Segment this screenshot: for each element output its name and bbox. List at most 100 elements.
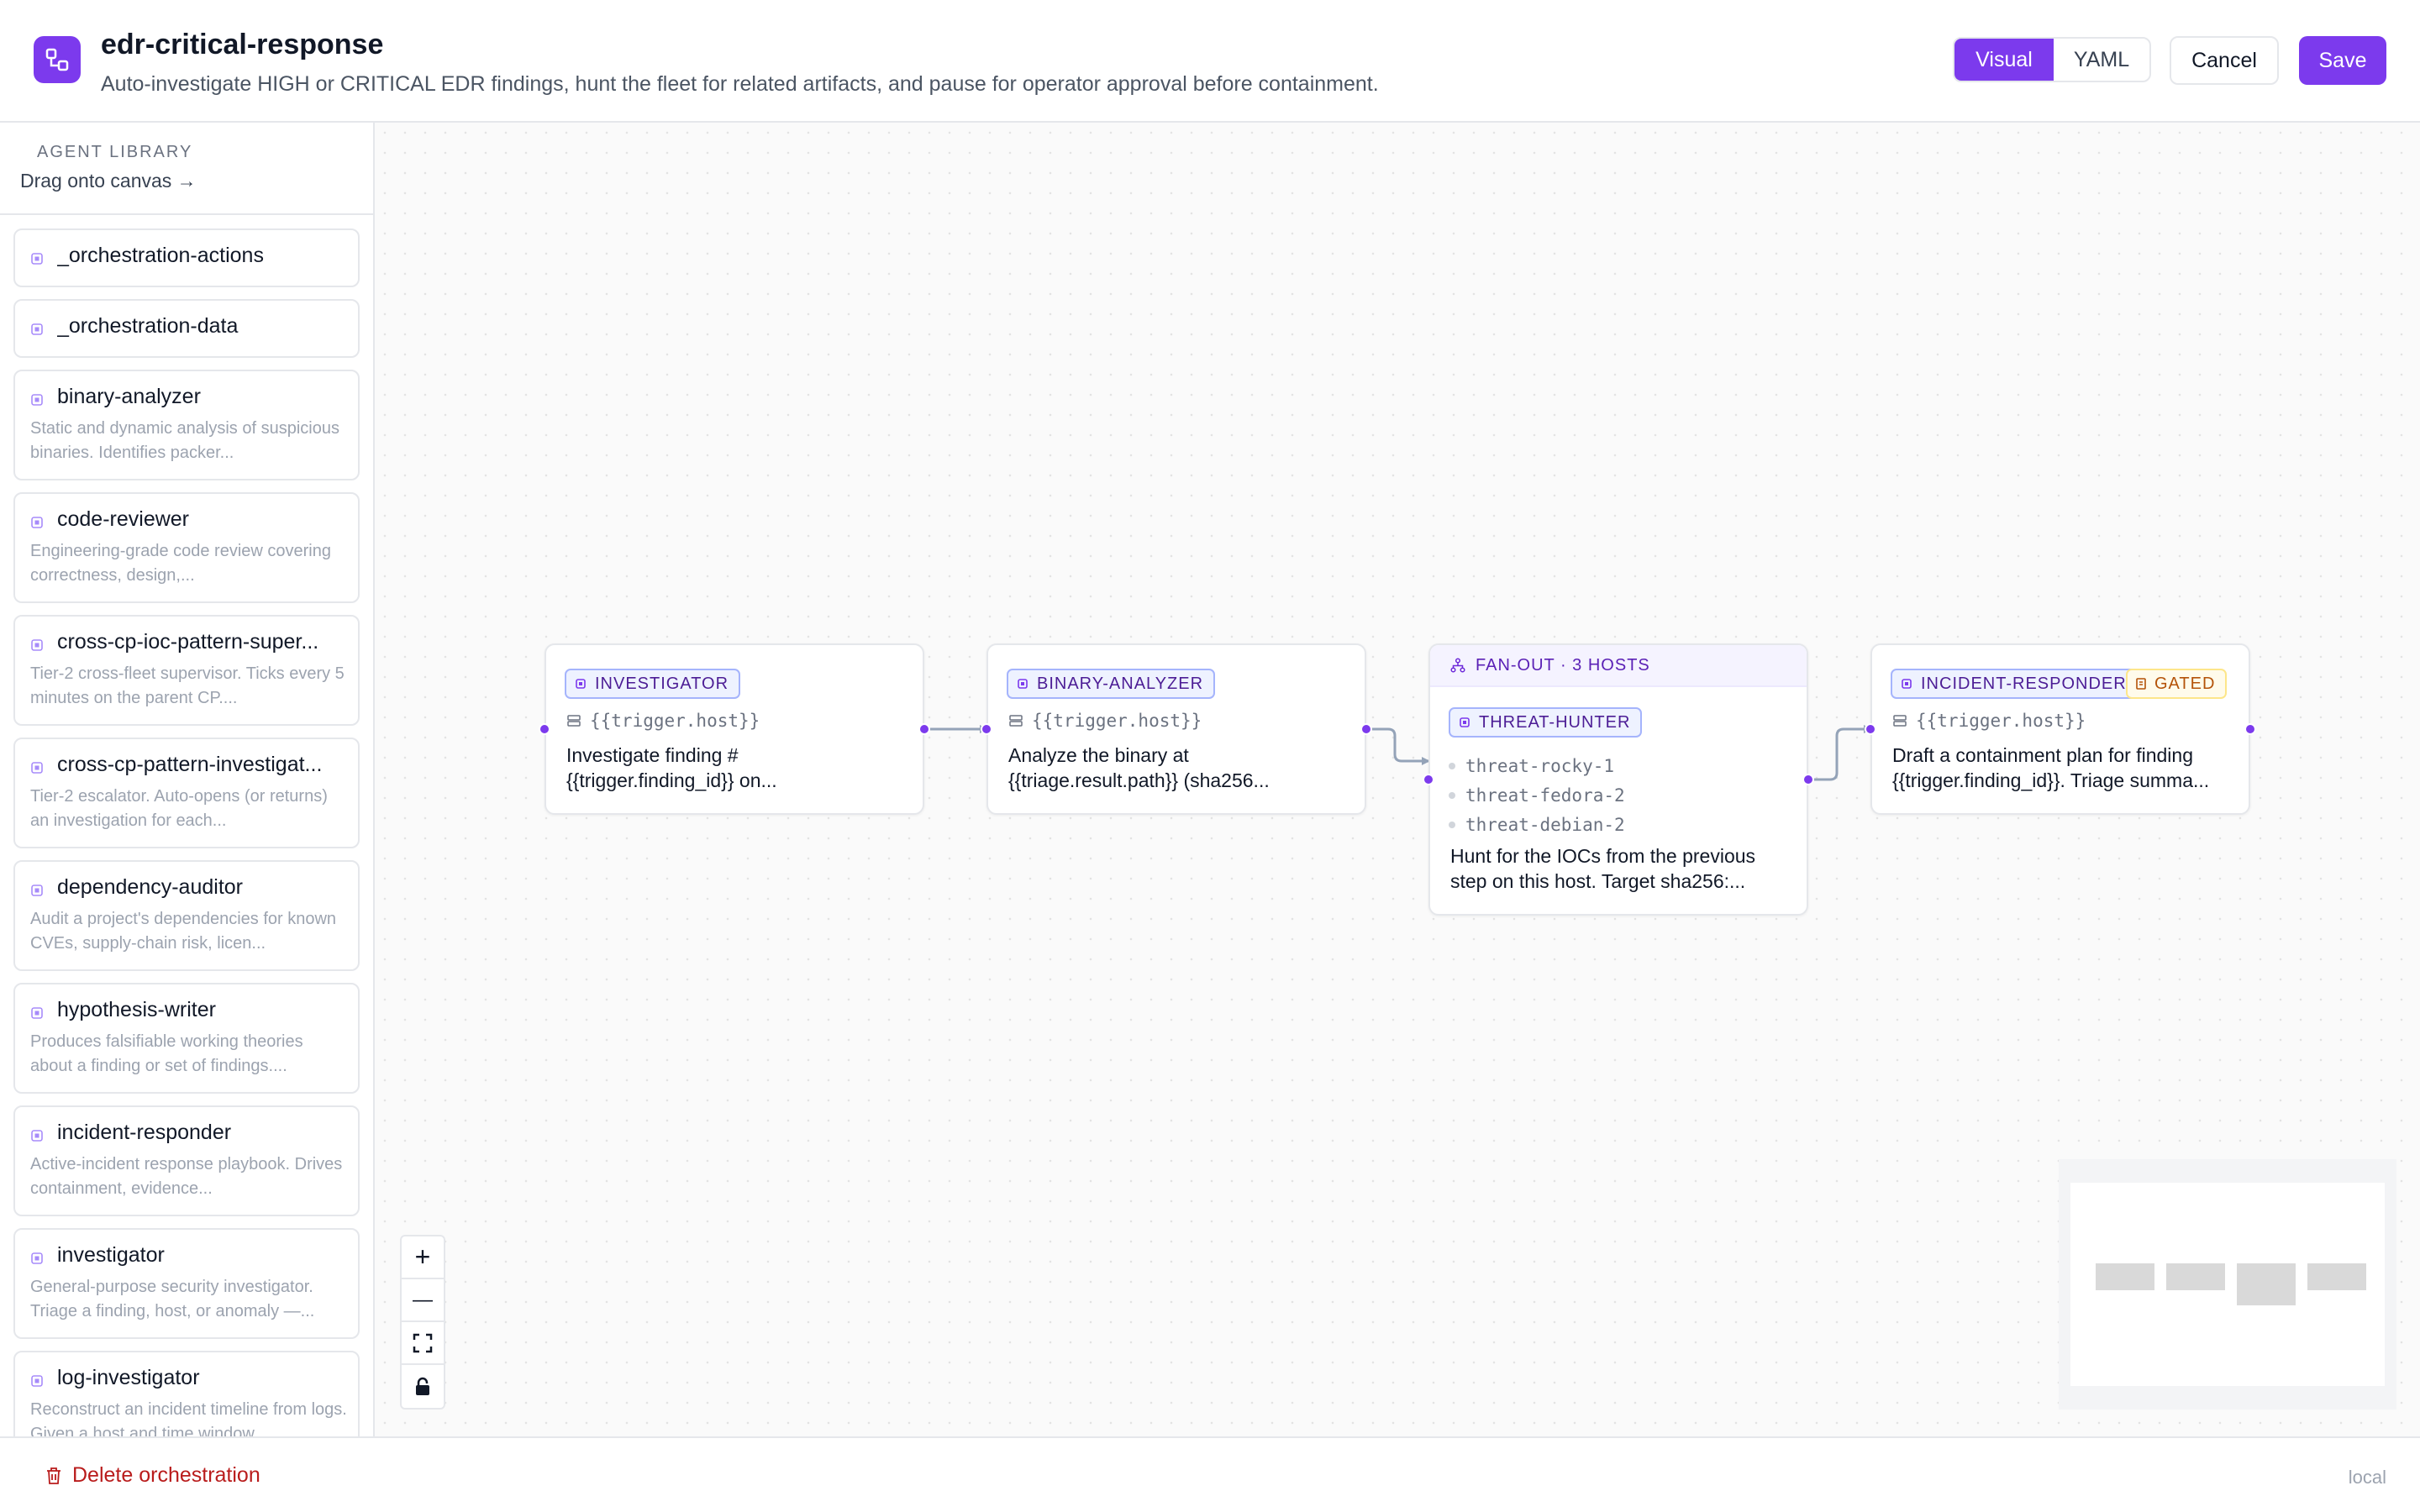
agent-chip-icon [31, 1375, 43, 1387]
node-host-value: {{trigger.host}} [590, 711, 760, 731]
output-port[interactable] [1802, 774, 1814, 785]
node-host: {{trigger.host}} [1008, 711, 1202, 731]
agent-description: Tier-2 escalator. Auto-opens (or returns… [30, 787, 328, 830]
agent-name: cross-cp-ioc-pattern-super... [57, 630, 319, 654]
delete-label: Delete orchestration [72, 1463, 260, 1487]
input-port[interactable] [1865, 723, 1876, 735]
agent-card[interactable]: code-reviewer Engineering-grade code revi… [13, 492, 360, 603]
minimap-viewport [2070, 1183, 2385, 1386]
minimap-node [2166, 1263, 2225, 1290]
agent-description: Produces falsifiable working theories ab… [30, 1032, 303, 1075]
node-host-value: {{trigger.host}} [1916, 711, 2086, 731]
lock-canvas-button[interactable] [402, 1365, 444, 1408]
node-agent-badge: THREAT-HUNTER [1449, 707, 1643, 738]
fanout-host: threat-fedora-2 [1449, 780, 1625, 810]
output-port[interactable] [1360, 723, 1372, 735]
node-host: {{trigger.host}} [566, 711, 760, 731]
gated-badge: GATED [2126, 669, 2228, 699]
footer-bar: Delete orchestration local [0, 1436, 2420, 1512]
agent-chip-icon [31, 253, 43, 265]
node-fanout-threat-hunter[interactable]: FAN-OUT · 3 HOSTS THREAT-HUNTER threat-r… [1428, 643, 1808, 916]
node-prompt: Hunt for the IOCs from the previous step… [1450, 845, 1756, 892]
fit-view-button[interactable] [402, 1322, 444, 1365]
node-prompt: Investigate finding # {{trigger.finding_… [566, 744, 777, 791]
agent-card[interactable]: dependency-auditor Audit a project's depe… [13, 860, 360, 971]
agent-chip-icon [31, 1007, 43, 1019]
agent-description: General-purpose security investigator. T… [30, 1278, 315, 1320]
minimap[interactable] [2059, 1159, 2396, 1410]
zoom-in-button[interactable]: + [402, 1236, 444, 1279]
agent-card[interactable]: _orchestration-data [13, 299, 360, 358]
node-agent-badge: INVESTIGATOR [565, 669, 741, 699]
agent-name: hypothesis-writer [57, 998, 216, 1021]
server-icon [567, 715, 581, 727]
environment-label: local [2348, 1467, 2386, 1488]
minus-icon: — [413, 1288, 433, 1311]
agent-library-title: AGENT LIBRARY [37, 143, 193, 161]
node-agent-label: INCIDENT-RESPONDER [1921, 674, 2127, 693]
fanout-host: threat-debian-2 [1449, 810, 1625, 839]
agent-card[interactable]: log-investigator Reconstruct an incident … [13, 1351, 360, 1436]
agent-chip-icon [576, 679, 586, 689]
agent-description: Active-incident response playbook. Drive… [30, 1155, 343, 1198]
agent-chip-icon [31, 1130, 43, 1142]
input-port[interactable] [981, 723, 992, 735]
delete-orchestration-button[interactable]: Delete orchestration [45, 1463, 260, 1488]
mode-toggle: Visual YAML [1953, 37, 2151, 82]
trash-icon [47, 1467, 60, 1484]
gated-label: GATED [2154, 674, 2216, 693]
lock-icon [2136, 678, 2146, 690]
page-title: edr-critical-response [101, 29, 384, 60]
agent-card[interactable]: investigator General-purpose security inv… [13, 1228, 360, 1339]
agent-chip-icon [31, 517, 43, 528]
output-port[interactable] [918, 723, 930, 735]
drag-hint: Drag onto canvas → [20, 170, 197, 192]
agent-chip-icon [1460, 717, 1470, 727]
agent-card[interactable]: binary-analyzer Static and dynamic analys… [13, 370, 360, 480]
node-investigator[interactable]: INVESTIGATOR {{trigger.host}} Investigat… [544, 643, 924, 815]
input-port[interactable] [1423, 774, 1434, 785]
agent-name: incident-responder [57, 1121, 232, 1144]
node-binary-analyzer[interactable]: BINARY-ANALYZER {{trigger.host}} Analyze… [986, 643, 1366, 815]
tab-visual[interactable]: Visual [1954, 39, 2054, 81]
agent-card[interactable]: _orchestration-actions [13, 228, 360, 287]
node-incident-responder[interactable]: INCIDENT-RESPONDER GATED {{trigger.host}… [1870, 643, 2250, 815]
node-host: {{trigger.host}} [1892, 711, 2086, 731]
input-port[interactable] [539, 723, 550, 735]
lock-icon [416, 1377, 429, 1395]
agent-card[interactable]: cross-cp-ioc-pattern-super... Tier-2 cros… [13, 615, 360, 726]
minimap-node [2096, 1263, 2154, 1290]
node-agent-badge: INCIDENT-RESPONDER [1891, 669, 2139, 699]
agent-name: code-reviewer [57, 507, 190, 531]
node-agent-badge: BINARY-ANALYZER [1007, 669, 1216, 699]
workflow-canvas[interactable]: INVESTIGATOR {{trigger.host}} Investigat… [375, 123, 2420, 1436]
header-bar: edr-critical-response Auto-investigate H… [0, 0, 2420, 123]
agent-chip-icon [31, 639, 43, 651]
agent-card[interactable]: incident-responder Active-incident respon… [13, 1105, 360, 1216]
agent-card[interactable]: cross-cp-pattern-investigat... Tier-2 esc… [13, 738, 360, 848]
zoom-out-button[interactable]: — [402, 1279, 444, 1322]
tab-yaml[interactable]: YAML [2054, 39, 2149, 81]
agent-card[interactable]: hypothesis-writer Produces falsifiable wo… [13, 983, 360, 1094]
fan-out-icon [1450, 658, 1465, 673]
edge-binary-analyzer-fanout [1366, 727, 1430, 765]
agent-name: binary-analyzer [57, 385, 201, 408]
fanout-header-label: FAN-OUT · 3 HOSTS [1476, 655, 1650, 675]
output-port[interactable] [2244, 723, 2256, 735]
fanout-host: threat-rocky-1 [1449, 751, 1625, 780]
minimap-node [2237, 1263, 2296, 1305]
fanout-host-list: threat-rocky-1 threat-fedora-2 threat-de… [1449, 751, 1625, 839]
agent-chip-icon [31, 762, 43, 774]
fanout-header: FAN-OUT · 3 HOSTS [1430, 645, 1807, 687]
server-icon [1009, 715, 1023, 727]
agent-chip-icon [31, 323, 43, 335]
zoom-controls: + — [400, 1235, 445, 1410]
agent-name: cross-cp-pattern-investigat... [57, 753, 323, 776]
node-agent-label: THREAT-HUNTER [1479, 712, 1631, 732]
server-icon [1893, 715, 1907, 727]
agent-chip-icon [31, 394, 43, 406]
agent-name: _orchestration-data [57, 314, 239, 338]
save-button[interactable]: Save [2299, 36, 2386, 85]
cancel-button[interactable]: Cancel [2170, 36, 2279, 85]
agent-chip-icon [31, 1252, 43, 1264]
